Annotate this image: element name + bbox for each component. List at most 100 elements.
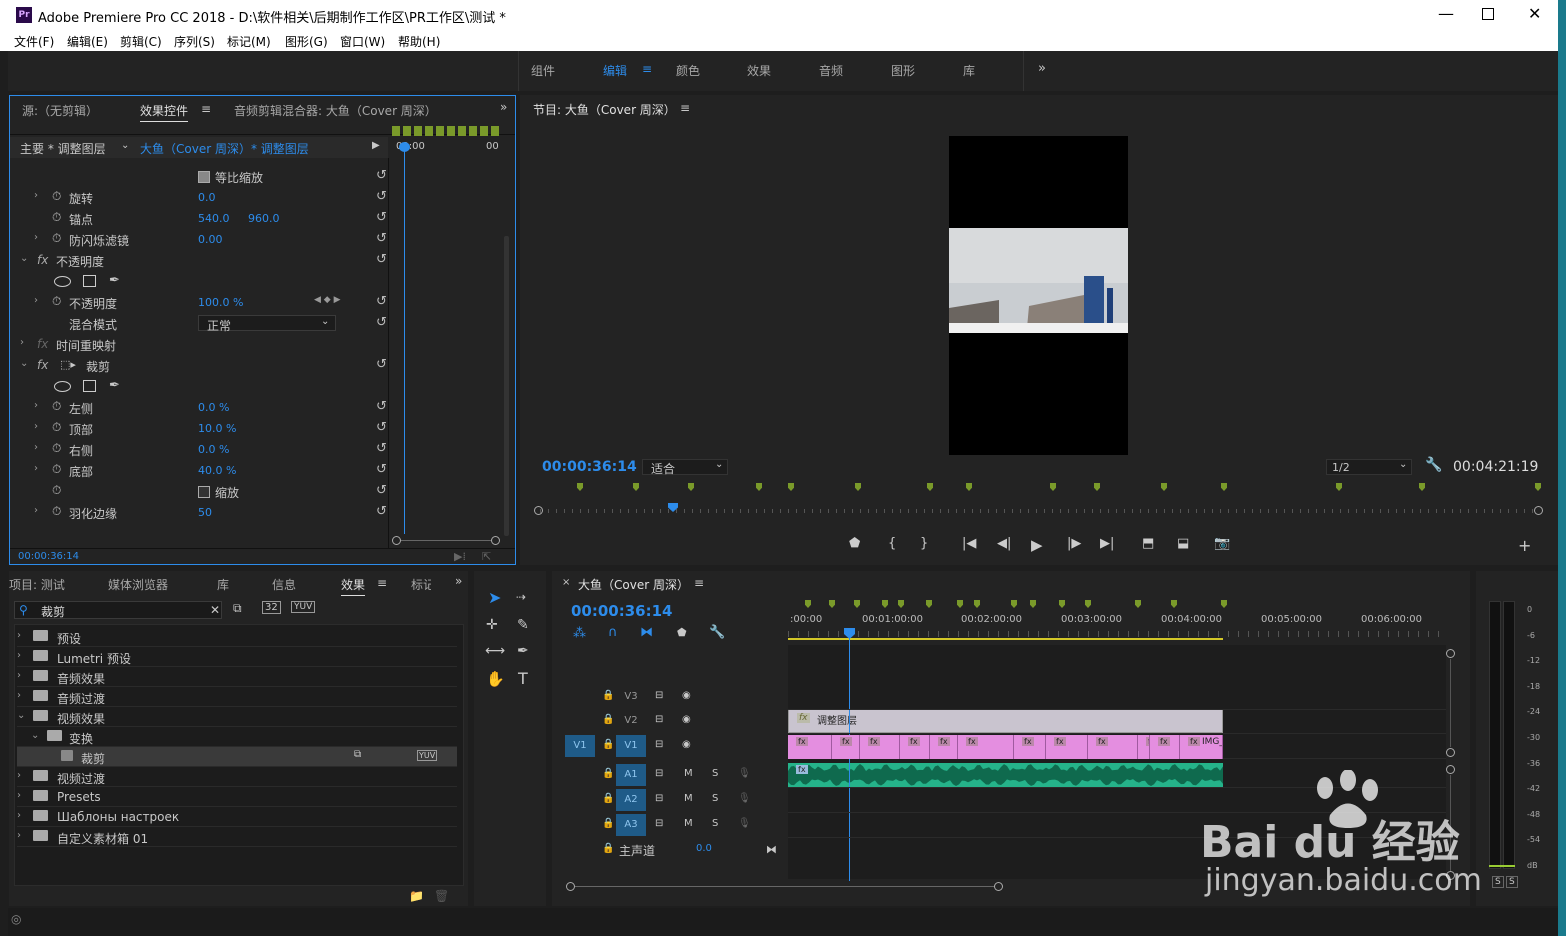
tab-markers[interactable]: 标记: [411, 576, 431, 593]
menu-sequence[interactable]: 序列(S): [174, 33, 215, 50]
tab-source[interactable]: 源:（无剪辑）: [22, 102, 98, 119]
tab-project[interactable]: 项目: 测试: [9, 576, 65, 593]
adjustment-layer-clip[interactable]: fx 调整图层: [788, 709, 1223, 733]
minimize-button[interactable]: —: [1438, 4, 1454, 23]
track-target[interactable]: A1: [616, 764, 646, 786]
chevron-right-icon[interactable]: ›: [34, 232, 38, 243]
new-bin-icon[interactable]: 📁: [409, 889, 424, 903]
stopwatch-icon[interactable]: ⏱: [52, 189, 61, 204]
32bit-effects-icon[interactable]: 32: [262, 601, 281, 614]
crop-transform-icon[interactable]: ⬚▸: [60, 358, 76, 371]
fit-select[interactable]: 适合 ⌄: [642, 459, 728, 476]
ripple-edit-tool-icon[interactable]: ✛: [486, 617, 498, 633]
lock-icon[interactable]: 🔒: [602, 739, 614, 750]
master-dropdown-icon[interactable]: ⌄: [121, 140, 129, 151]
workspace-assembly[interactable]: 组件: [531, 62, 555, 79]
video-clip[interactable]: fx: [788, 735, 832, 759]
stopwatch-icon[interactable]: ⏱: [52, 483, 61, 498]
crop-left-value[interactable]: 0.0 %: [198, 401, 229, 414]
effects-tree-item[interactable]: › Presets: [17, 787, 457, 807]
blend-mode-select[interactable]: 正常 ⌄: [198, 315, 336, 333]
lock-icon[interactable]: 🔒: [602, 843, 614, 854]
add-marker-icon[interactable]: ⬟: [677, 626, 687, 639]
tab-effect-controls[interactable]: 效果控件: [140, 102, 189, 122]
type-tool-icon[interactable]: T: [518, 669, 528, 688]
reset-icon[interactable]: ↺: [376, 189, 387, 204]
export-icon[interactable]: ⇱: [482, 550, 491, 563]
workspace-effects[interactable]: 效果: [747, 62, 771, 79]
reset-icon[interactable]: ↺: [376, 399, 387, 414]
chevron-right-icon[interactable]: ›: [17, 670, 21, 681]
opacity-value[interactable]: 100.0 %: [198, 296, 243, 309]
stopwatch-icon[interactable]: ⏱: [52, 231, 61, 246]
video-frame[interactable]: [949, 136, 1128, 455]
timeline-timecode[interactable]: 00:00:36:14: [571, 602, 673, 620]
maximize-button[interactable]: [1482, 8, 1494, 20]
chevron-down-icon[interactable]: ⌄: [31, 730, 39, 741]
video-clip[interactable]: fx: [930, 735, 958, 759]
export-frame-icon[interactable]: 📷: [1214, 536, 1230, 551]
chevron-right-icon[interactable]: ›: [17, 810, 21, 821]
close-tab-icon[interactable]: ×: [562, 577, 570, 588]
lock-icon[interactable]: 🔒: [602, 768, 614, 779]
tab-media-browser[interactable]: 媒体浏览器: [108, 576, 168, 593]
tab-info[interactable]: 信息: [272, 576, 296, 593]
fx-icon[interactable]: fx: [37, 358, 48, 372]
timeline-settings-icon[interactable]: 🔧: [709, 625, 725, 640]
stopwatch-icon[interactable]: ⏱: [52, 504, 61, 519]
reset-icon[interactable]: ↺: [376, 168, 387, 183]
rect-mask-icon[interactable]: [83, 380, 96, 392]
microphone-icon[interactable]: 🎙: [738, 818, 751, 829]
resolution-select[interactable]: 1/2 ⌄: [1326, 459, 1412, 475]
panel-menu-icon[interactable]: ≡: [680, 101, 690, 115]
chevron-right-icon[interactable]: ›: [17, 790, 21, 801]
chevron-right-icon[interactable]: ›: [34, 505, 38, 516]
program-monitor-title[interactable]: 节目: 大鱼（Cover 周深）: [533, 101, 676, 118]
solo-button[interactable]: S: [712, 818, 718, 829]
effects-tree-item[interactable]: › 音频效果: [17, 667, 457, 687]
menu-clip[interactable]: 剪辑(C): [120, 33, 162, 50]
lock-icon[interactable]: 🔒: [602, 714, 614, 725]
track-target[interactable]: V3: [616, 686, 646, 708]
toggle-sync-icon[interactable]: ⊟: [655, 768, 663, 779]
workspace-libraries[interactable]: 库: [963, 62, 975, 79]
effects-tree-item[interactable]: › Шаблоны настроек: [17, 807, 457, 827]
video-clip[interactable]: fx: [860, 735, 900, 759]
work-area-bar[interactable]: [788, 638, 1223, 640]
video-clip[interactable]: fx: [1046, 735, 1088, 759]
snap-icon[interactable]: ∩: [608, 625, 618, 640]
keyframe-nav-icon[interactable]: ◀ ◆ ▶: [314, 295, 341, 305]
pen-tool-icon[interactable]: ✒: [517, 643, 529, 659]
workspace-overflow-icon[interactable]: »: [1038, 61, 1046, 76]
anchor-y-value[interactable]: 960.0: [248, 212, 280, 225]
selection-tool-icon[interactable]: ➤: [488, 588, 501, 607]
video-clip[interactable]: fx: [958, 735, 1014, 759]
reset-icon[interactable]: ↺: [376, 231, 387, 246]
delete-icon[interactable]: 🗑: [434, 889, 449, 903]
crop-top-value[interactable]: 10.0 %: [198, 422, 236, 435]
sequence-clip-label[interactable]: 大鱼（Cover 周深）* 调整图层: [140, 140, 309, 157]
workspace-editing[interactable]: 编辑: [603, 62, 627, 79]
workspace-color[interactable]: 颜色: [676, 62, 700, 79]
ellipse-mask-icon[interactable]: [54, 276, 71, 287]
menu-marker[interactable]: 标记(M): [227, 33, 271, 50]
effects-tree-item[interactable]: › 音频过渡: [17, 687, 457, 707]
extract-icon[interactable]: ⬓: [1177, 536, 1189, 551]
reset-icon[interactable]: ↺: [376, 462, 387, 477]
source-track-v1[interactable]: V1: [565, 735, 595, 757]
go-to-out-icon[interactable]: ▶|: [1100, 536, 1114, 551]
reset-icon[interactable]: ↺: [376, 483, 387, 498]
mini-playhead[interactable]: [404, 142, 405, 534]
timeline-title[interactable]: 大鱼（Cover 周深）: [578, 576, 689, 593]
chevron-right-icon[interactable]: ›: [17, 630, 21, 641]
effects-tree-item[interactable]: ⌄ 视频效果: [17, 707, 457, 727]
lock-icon[interactable]: 🔒: [602, 793, 614, 804]
chevron-right-icon[interactable]: ›: [34, 295, 38, 306]
chevron-right-icon[interactable]: ›: [17, 770, 21, 781]
chevron-down-icon[interactable]: ⌄: [20, 253, 28, 264]
mini-timeline[interactable]: 00:00 00: [390, 122, 505, 158]
toggle-sync-icon[interactable]: ⊟: [655, 690, 663, 701]
flicker-value[interactable]: 0.00: [198, 233, 223, 246]
eye-icon[interactable]: ◉: [682, 739, 691, 750]
reset-icon[interactable]: ↺: [376, 315, 387, 330]
